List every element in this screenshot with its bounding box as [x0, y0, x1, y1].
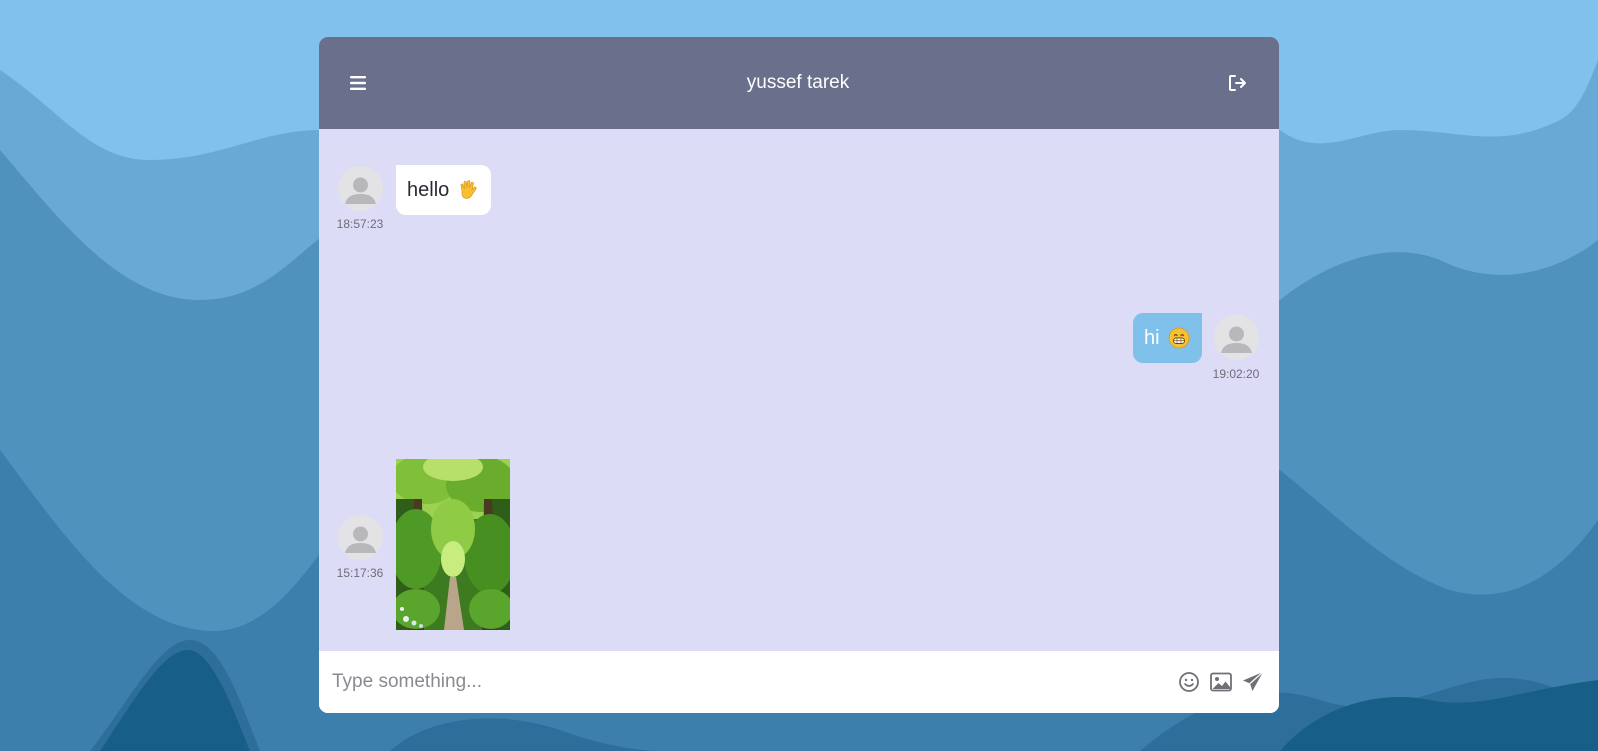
avatar: [1214, 315, 1259, 360]
emoji-button[interactable]: [1173, 666, 1205, 698]
message-input[interactable]: [332, 671, 1173, 693]
logout-button[interactable]: [1221, 66, 1255, 100]
chat-header: yussef tarek: [319, 37, 1279, 129]
forest-path-photo[interactable]: [396, 459, 510, 630]
send-button[interactable]: [1237, 666, 1269, 698]
raised-hand-emoji: [460, 180, 477, 199]
grinning-face-emoji: [1168, 327, 1189, 349]
user-placeholder-icon: [345, 526, 376, 553]
user-placeholder-icon: [1221, 326, 1252, 353]
message-list: 18:57:23 hello 19:02:20 hi 15:17:36: [319, 129, 1279, 651]
image-upload-icon: [1210, 672, 1232, 692]
message-text: hello: [407, 178, 450, 201]
message-time: 18:57:23: [336, 217, 384, 231]
user-placeholder-icon: [345, 177, 376, 204]
smiley-icon: [1179, 672, 1199, 692]
avatar: [338, 166, 383, 211]
message-bubble: hi: [1133, 313, 1202, 363]
logout-icon: [1229, 75, 1246, 91]
avatar: [338, 515, 383, 560]
attach-image-button[interactable]: [1205, 666, 1237, 698]
chat-window: yussef tarek 18:57:23 hello 19:02:20 hi …: [319, 37, 1279, 713]
chat-title: yussef tarek: [746, 72, 850, 93]
menu-button[interactable]: [341, 66, 375, 100]
composer-bar: [319, 651, 1279, 713]
send-icon: [1243, 671, 1264, 691]
message-bubble: hello: [396, 165, 492, 215]
hamburger-menu-icon: [350, 76, 366, 90]
message-time: 19:02:20: [1212, 367, 1260, 381]
message-text: hi: [1144, 326, 1160, 349]
message-time: 15:17:36: [336, 566, 384, 580]
